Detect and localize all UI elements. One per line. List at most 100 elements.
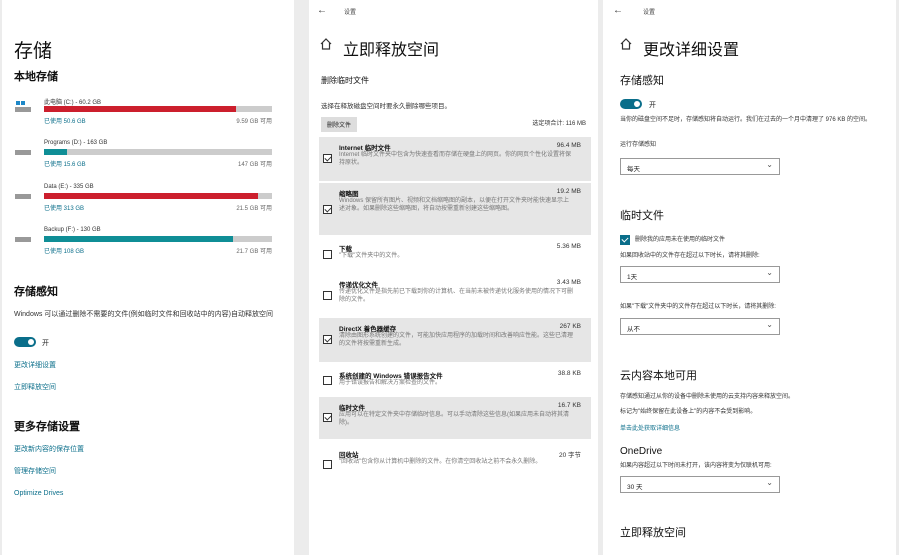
toggle-label: 开	[649, 102, 656, 109]
back-arrow-icon[interactable]: ←	[613, 5, 623, 16]
page-title: 更改详细设置	[643, 42, 740, 59]
list-item[interactable]: 系统创建的 Windows 错误报告文件 38.8 KB 用于错误报告和解决方案…	[319, 365, 591, 397]
back-arrow-icon[interactable]: ←	[317, 5, 327, 16]
drive-e[interactable]: Data (E:) - 335 GB 已使用 313 GB 21.5 GB 可用	[14, 184, 276, 222]
usage-bar	[44, 149, 272, 155]
recycle-dropdown[interactable]: 1天 ⌄	[620, 266, 780, 283]
storage-sense-heading: 存储感知	[14, 286, 58, 298]
free-up-panel: ← 设置 立即释放空间 删除临时文件 选择在释放磁盘空间时要永久删除哪些项目。 …	[309, 0, 598, 555]
drive-name: 此电脑 (C:) - 60.2 GB	[44, 100, 102, 106]
dropdown-value: 每天	[627, 166, 640, 173]
list-item[interactable]: 临时文件 16.7 KB 应用可以在特定文件夹中存储临时信息。可以手动清除这些信…	[319, 397, 591, 439]
item-size: 267 KB	[559, 323, 581, 330]
page-title: 存储	[14, 41, 53, 62]
remove-files-button[interactable]: 删除文件	[321, 117, 358, 132]
usage-bar	[44, 106, 272, 112]
dropdown-value: 30 天	[627, 484, 643, 491]
drive-f[interactable]: Backup (F:) - 130 GB 已使用 108 GB 21.7 GB …	[14, 227, 276, 265]
drive-used: 已使用 50.6 GB	[44, 119, 86, 125]
total-size: 选定项合计: 116 MB	[532, 121, 586, 127]
window-title: 设置	[344, 10, 357, 16]
drive-icon	[15, 194, 31, 199]
drive-used: 已使用 313 GB	[44, 206, 85, 212]
optimize-drives-link[interactable]: Optimize Drives	[14, 490, 63, 497]
section-desc: 选择在释放磁盘空间时要永久删除哪些项目。	[321, 103, 451, 110]
item-checkbox[interactable]	[323, 376, 332, 385]
storage-sense-toggle[interactable]	[620, 99, 642, 109]
usage-bar	[44, 236, 272, 242]
item-desc: Windows 保留所有图片、视频和文档缩略图的副本，以便在打开文件夹时能快速显…	[339, 198, 570, 212]
cloud-desc-2: 标记为"始终保留在此设备上"的内容不会受到影响。	[620, 409, 757, 415]
download-dropdown[interactable]: 从不 ⌄	[620, 318, 780, 335]
item-checkbox[interactable]	[323, 335, 332, 344]
chevron-down-icon: ⌄	[766, 478, 773, 487]
chevron-down-icon: ⌄	[766, 320, 773, 329]
item-checkbox[interactable]	[323, 250, 332, 259]
home-icon	[620, 38, 632, 50]
item-desc: "回收站"包含你从计算机中删除的文件。在你清空回收站之前不会永久删除。	[339, 459, 542, 465]
item-checkbox[interactable]	[323, 460, 332, 469]
delete-temp-checkbox[interactable]	[620, 235, 630, 245]
delete-temp-label: 删除我的应用未在使用的临时文件	[635, 237, 726, 243]
item-checkbox[interactable]	[323, 154, 332, 163]
onedrive-title: OneDrive	[620, 446, 663, 457]
change-settings-link[interactable]: 更改详细设置	[14, 360, 56, 370]
list-item[interactable]: Internet 临时文件 96.4 MB Internet 临时文件夹中包含为…	[319, 137, 591, 181]
list-item[interactable]: 下载 5.36 MB "下载"文件夹中的文件。	[319, 238, 591, 270]
storage-sense-title: 存储感知	[620, 75, 664, 87]
drive-name: Backup (F:) - 130 GB	[44, 227, 101, 233]
free-space-title: 立即释放空间	[620, 527, 686, 539]
chevron-down-icon: ⌄	[766, 268, 773, 277]
drive-used: 已使用 108 GB	[44, 249, 85, 255]
storage-sense-desc: Windows 可以通过删除不需要的文件(例如临时文件和回收站中的内容)自动释放…	[14, 311, 274, 318]
item-checkbox[interactable]	[323, 413, 332, 422]
chevron-down-icon: ⌄	[766, 160, 773, 169]
learn-more-link[interactable]: 单击此处获取详细信息	[620, 423, 680, 432]
temp-files-title: 临时文件	[620, 210, 664, 222]
save-location-link[interactable]: 更改新内容的保存位置	[14, 444, 84, 454]
run-frequency-dropdown[interactable]: 每天 ⌄	[620, 158, 780, 175]
item-checkbox[interactable]	[323, 205, 332, 214]
onedrive-dropdown[interactable]: 30 天 ⌄	[620, 476, 780, 493]
item-size: 38.8 KB	[557, 370, 581, 377]
window-title: 设置	[643, 10, 656, 16]
onedrive-desc: 如果内容超过以下时间未打开，该内容将变为仅联机可用:	[620, 463, 772, 469]
drive-c[interactable]: 此电脑 (C:) - 60.2 GB 已使用 50.6 GB 9.59 GB 可…	[14, 97, 276, 135]
free-space-link[interactable]: 立即释放空间	[14, 382, 56, 392]
list-item[interactable]: 回收站 20 字节 "回收站"包含你从计算机中删除的文件。在你清空回收站之前不会…	[319, 444, 591, 484]
manage-spaces-link[interactable]: 管理存储空间	[14, 466, 56, 476]
sense-desc: 当你的磁盘空间不足时，存储感知将自动运行。我们在过去的一个月中清理了 976 K…	[620, 117, 872, 123]
dropdown-value: 1天	[627, 274, 638, 281]
drive-d[interactable]: Programs (D:) - 163 GB 已使用 15.6 GB 147 G…	[14, 140, 276, 178]
cloud-content-title: 云内容本地可用	[620, 370, 697, 382]
download-label: 如果"下载"文件夹中的文件存在超过以下时长，请将其删除:	[620, 304, 776, 310]
recycle-label: 如果回收站中的文件存在超过以下时长，请将其删除:	[620, 253, 760, 259]
item-desc: Internet 临时文件夹中包含为快速查看而存储在硬盘上的网页。你的网页个性化…	[339, 152, 572, 166]
drive-free: 21.7 GB 可用	[236, 249, 272, 255]
list-item[interactable]: DirectX 着色器缓存 267 KB 清除由图形系统创建的文件，可能加快应用…	[319, 318, 591, 362]
storage-panel: 存储 本地存储 此电脑 (C:) - 60.2 GB 已使用 50.6 GB 9…	[2, 0, 294, 555]
usage-fill	[44, 106, 236, 112]
drive-free: 9.59 GB 可用	[236, 119, 272, 125]
item-size: 3.43 MB	[556, 279, 581, 286]
item-size: 96.4 MB	[556, 142, 581, 149]
drive-icon	[15, 150, 31, 155]
run-label: 运行存储感知	[620, 142, 657, 148]
drive-icon	[15, 237, 31, 242]
dropdown-value: 从不	[627, 326, 640, 333]
cloud-desc: 存储感知通过从你的设备中删除未使用的云支持内容来释放空间。	[620, 394, 795, 400]
item-checkbox[interactable]	[323, 291, 332, 300]
drive-used: 已使用 15.6 GB	[44, 162, 86, 168]
drive-name: Data (E:) - 335 GB	[44, 184, 94, 190]
usage-bar	[44, 193, 272, 199]
list-item[interactable]: 缩略图 19.2 MB Windows 保留所有图片、视频和文档缩略图的副本，以…	[319, 183, 591, 235]
item-desc: 用于错误报告和解决方案检查的文件。	[339, 380, 442, 386]
drive-name: Programs (D:) - 163 GB	[44, 140, 108, 146]
usage-fill	[44, 236, 234, 242]
page-title: 立即释放空间	[343, 42, 440, 59]
list-item[interactable]: 传递优化文件 3.43 MB 传递优化文件是指先前已下载到你的计算机、在当前未被…	[319, 274, 591, 316]
item-size: 5.36 MB	[556, 243, 581, 250]
section-heading: 删除临时文件	[321, 76, 369, 85]
windows-drive-icon	[15, 101, 31, 112]
storage-sense-toggle[interactable]	[14, 337, 36, 347]
